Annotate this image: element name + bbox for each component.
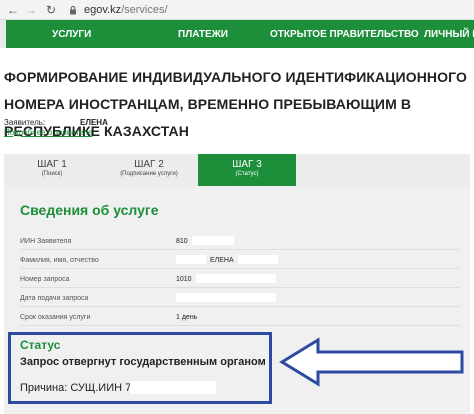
lock-icon — [70, 5, 76, 14]
step-1-title: ШАГ 1 — [37, 159, 67, 170]
menu-item-personal-cabinet[interactable]: ЛИЧНЫЙ КАБ — [424, 29, 474, 40]
applicant-name: ЕЛЕНА — [80, 118, 108, 127]
back-arrow-icon[interactable]: ← — [4, 1, 22, 19]
redaction-mask — [176, 293, 276, 302]
status-reason: Причина: СУЩ.ИИН 780 — [20, 382, 144, 394]
status-heading: Статус — [20, 338, 61, 352]
step-1[interactable]: ШАГ 1 (Поиск) — [4, 154, 100, 186]
row-label-request-number: Номер запроса — [20, 276, 70, 283]
row-value-fullname: ЕЛЕНА — [210, 257, 234, 264]
row-label-fullname: Фамилия, имя, отчество — [20, 257, 99, 264]
applicant-details-link[interactable]: Подробнее о заявителе — [4, 128, 92, 137]
menu-item-services[interactable]: УСЛУГИ — [52, 29, 91, 40]
menu-left-edge — [0, 20, 6, 48]
step-2-subtitle: (Подписание услуги) — [120, 171, 178, 177]
service-info-heading: Сведения об услуге — [20, 202, 159, 218]
url-field[interactable]: egov.kz/services/ — [68, 1, 474, 18]
main-menu: УСЛУГИ ПЛАТЕЖИ ОТКРЫТОЕ ПРАВИТЕЛЬСТВО ЛИ… — [0, 20, 474, 48]
url-path: /services/ — [121, 3, 168, 16]
row-value-iin: 810 — [176, 238, 188, 245]
row-label-iin: ИИН Заявителя — [20, 238, 72, 245]
applicant-label: Заявитель: — [4, 118, 46, 127]
row-label-request-date: Дата подачи запроса — [20, 295, 89, 302]
step-3-subtitle: (Статус) — [235, 171, 259, 177]
menu-item-open-government[interactable]: ОТКРЫТОЕ ПРАВИТЕЛЬСТВО — [270, 29, 419, 40]
redaction-mask — [176, 255, 206, 264]
row-divider — [20, 306, 460, 307]
pointer-arrow-icon — [279, 337, 464, 387]
browser-address-bar: ← → ↻ egov.kz/services/ — [0, 0, 474, 20]
row-value-service-term: 1 день — [176, 314, 198, 321]
forward-arrow-icon[interactable]: → — [22, 1, 40, 19]
step-3[interactable]: ШАГ 3 (Статус) — [198, 154, 296, 188]
redaction-mask — [192, 236, 234, 245]
redaction-mask — [130, 381, 216, 394]
step-2-title: ШАГ 2 — [134, 159, 164, 170]
status-text: Запрос отвергнут государственным органом — [20, 356, 266, 368]
row-label-service-term: Срок оказания услуги — [20, 314, 91, 321]
row-divider — [20, 249, 460, 250]
menu-item-payments[interactable]: ПЛАТЕЖИ — [178, 29, 228, 40]
reload-icon[interactable]: ↻ — [42, 1, 60, 19]
url-host: egov.kz — [84, 3, 122, 16]
row-divider — [20, 287, 460, 288]
redaction-mask — [238, 255, 278, 264]
step-1-subtitle: (Поиск) — [41, 171, 63, 177]
row-value-request-number: 1010 — [176, 276, 192, 283]
row-divider — [20, 268, 460, 269]
applicant-row: Заявитель: ЕЛЕНА — [4, 118, 108, 127]
step-2[interactable]: ШАГ 2 (Подписание услуги) — [100, 154, 198, 186]
step-3-title: ШАГ 3 — [232, 159, 262, 170]
row-divider — [20, 325, 460, 326]
redaction-mask — [196, 274, 276, 283]
